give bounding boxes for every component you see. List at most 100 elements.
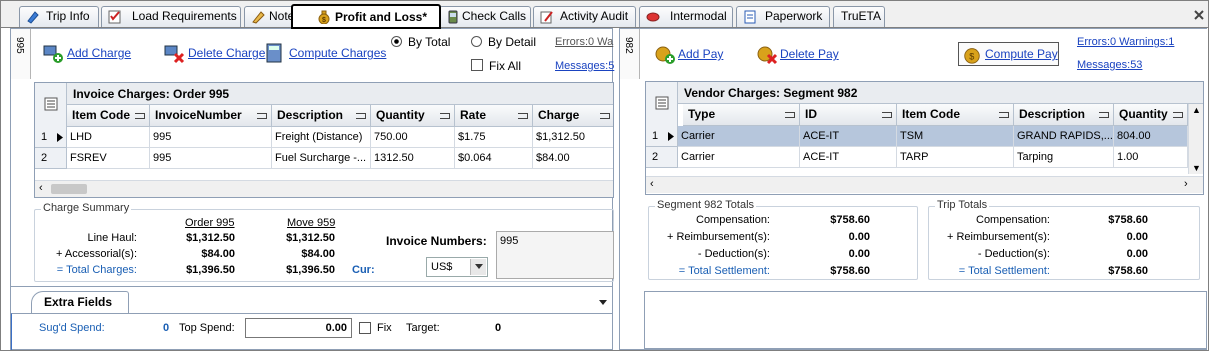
table-cell[interactable]: Carrier [678, 126, 800, 147]
top-spend-input[interactable]: 0.00 [245, 318, 352, 338]
column-header[interactable]: Rate [455, 105, 533, 127]
column-header[interactable]: Description [1014, 104, 1114, 126]
add-charge-icon[interactable] [42, 42, 64, 64]
table-cell[interactable]: TARP [897, 147, 1014, 168]
pin-icon[interactable] [600, 113, 610, 119]
order-strip[interactable]: 995 [11, 29, 31, 79]
tab-load-requirements[interactable]: Load Requirements [101, 6, 241, 27]
column-header[interactable]: Charge [533, 105, 613, 127]
tab-activity-audit[interactable]: Activity Audit [533, 6, 636, 27]
table-cell[interactable]: TSM [897, 126, 1014, 147]
table-cell[interactable]: ACE-IT [800, 126, 897, 147]
segment-strip[interactable]: 982 [620, 29, 640, 79]
delete-charge-icon[interactable] [163, 42, 185, 64]
pin-icon[interactable] [1173, 112, 1183, 118]
row-header[interactable]: 1 [35, 127, 67, 148]
pin-icon[interactable] [257, 113, 267, 119]
grid-title: Invoice Charges: Order 995 [67, 83, 613, 105]
invoice-numbers-list[interactable]: 995 [496, 231, 614, 279]
compute-pay-button[interactable]: $ Compute Pay [958, 42, 1059, 66]
row-header[interactable]: 2 [35, 148, 67, 169]
column-header[interactable]: InvoiceNumber [150, 105, 272, 127]
compute-pay-icon: $ [964, 48, 980, 64]
table-cell[interactable]: ACE-IT [800, 147, 897, 168]
tab-trip-info[interactable]: Trip Info [19, 6, 99, 27]
horizontal-scrollbar[interactable]: ‹ › [646, 176, 1203, 193]
table-cell[interactable]: Tarping [1014, 147, 1114, 168]
column-header[interactable]: Item Code [67, 105, 150, 127]
table-cell[interactable]: $1.75 [455, 127, 533, 148]
horizontal-scrollbar[interactable]: ‹ [35, 180, 613, 197]
pin-icon[interactable] [785, 112, 795, 118]
pin-icon[interactable] [1099, 112, 1109, 118]
pin-icon[interactable] [440, 113, 450, 119]
pin-icon[interactable] [518, 113, 528, 119]
tab-trueta[interactable]: TruETA [833, 6, 885, 27]
table-cell[interactable]: $84.00 [533, 148, 613, 169]
grid-corner[interactable] [646, 82, 678, 126]
by-detail-radio[interactable] [471, 36, 482, 47]
messages-link[interactable]: Messages:5 [555, 60, 614, 72]
messages-link[interactable]: Messages:53 [1077, 59, 1142, 71]
errors-link[interactable]: Errors:0 Wa [555, 36, 613, 48]
tab-check-calls[interactable]: Check Calls [439, 6, 531, 27]
fix-checkbox[interactable] [359, 322, 371, 334]
chevron-down-icon[interactable] [470, 259, 486, 275]
table-cell[interactable]: $1,312.50 [533, 127, 613, 148]
paperwork-icon [744, 10, 756, 24]
add-pay-icon[interactable] [654, 43, 676, 65]
table-cell[interactable]: Carrier [678, 147, 800, 168]
errors-warnings-link[interactable]: Errors:0 Warnings:1 [1077, 36, 1174, 48]
scroll-down-icon[interactable]: ▼ [1192, 163, 1201, 173]
row-header[interactable]: 1 [646, 126, 678, 147]
tab-profit-and-loss[interactable]: $ Profit and Loss* [291, 4, 441, 29]
table-cell[interactable]: FSREV [67, 148, 150, 169]
table-cell[interactable]: 1.00 [1114, 147, 1188, 168]
pin-icon[interactable] [882, 112, 892, 118]
row-header[interactable]: 2 [646, 147, 678, 168]
delete-pay-icon[interactable] [756, 43, 778, 65]
delete-charge-link[interactable]: Delete Charge [188, 46, 265, 60]
vertical-scrollbar[interactable]: ▲ ▼ [1188, 104, 1203, 174]
table-cell[interactable]: 995 [150, 148, 272, 169]
column-header[interactable]: Description [272, 105, 371, 127]
scrollbar-thumb[interactable] [51, 184, 87, 194]
add-pay-link[interactable]: Add Pay [678, 47, 723, 61]
table-cell[interactable]: GRAND RAPIDS,... [1014, 126, 1114, 147]
currency-select[interactable]: US$ [426, 257, 488, 277]
scroll-up-icon[interactable]: ▲ [1192, 105, 1201, 115]
tab-bar: Trip Info Load Requirements Notes $ Prof… [0, 0, 1209, 29]
close-icon[interactable] [1194, 10, 1204, 20]
scroll-left-icon[interactable]: ‹ [650, 178, 654, 190]
table-cell[interactable]: Fuel Surcharge -... [272, 148, 371, 169]
table-cell[interactable]: $0.064 [455, 148, 533, 169]
tab-intermodal[interactable]: Intermodal [639, 6, 733, 27]
table-cell[interactable]: 1312.50 [371, 148, 455, 169]
pin-icon[interactable] [356, 113, 366, 119]
column-header[interactable]: Item Code [897, 104, 1014, 126]
scroll-right-icon[interactable]: › [1184, 178, 1188, 190]
column-header[interactable]: Quantity [1114, 104, 1188, 126]
by-total-radio[interactable] [391, 36, 402, 47]
add-charge-link[interactable]: Add Charge [67, 46, 131, 60]
column-header[interactable]: Type [683, 104, 800, 126]
dropdown-arrow-icon[interactable] [599, 300, 607, 305]
delete-pay-link[interactable]: Delete Pay [780, 47, 839, 61]
phone-icon [448, 10, 458, 24]
scroll-left-icon[interactable]: ‹ [39, 182, 43, 194]
table-cell[interactable]: LHD [67, 127, 150, 148]
table-cell[interactable]: 804.00 [1114, 126, 1188, 147]
fix-all-checkbox[interactable] [471, 59, 483, 71]
pin-icon[interactable] [999, 112, 1009, 118]
compute-charges-link[interactable]: Compute Charges [289, 46, 386, 60]
pin-icon[interactable] [135, 113, 145, 119]
column-header[interactable]: ID [800, 104, 897, 126]
grid-corner[interactable] [35, 83, 67, 127]
compute-charges-icon[interactable] [264, 42, 286, 64]
table-cell[interactable]: 750.00 [371, 127, 455, 148]
tab-extra-fields[interactable]: Extra Fields [31, 291, 129, 313]
column-header[interactable]: Quantity [371, 105, 455, 127]
table-cell[interactable]: Freight (Distance) [272, 127, 371, 148]
table-cell[interactable]: 995 [150, 127, 272, 148]
tab-paperwork[interactable]: Paperwork [736, 6, 830, 27]
